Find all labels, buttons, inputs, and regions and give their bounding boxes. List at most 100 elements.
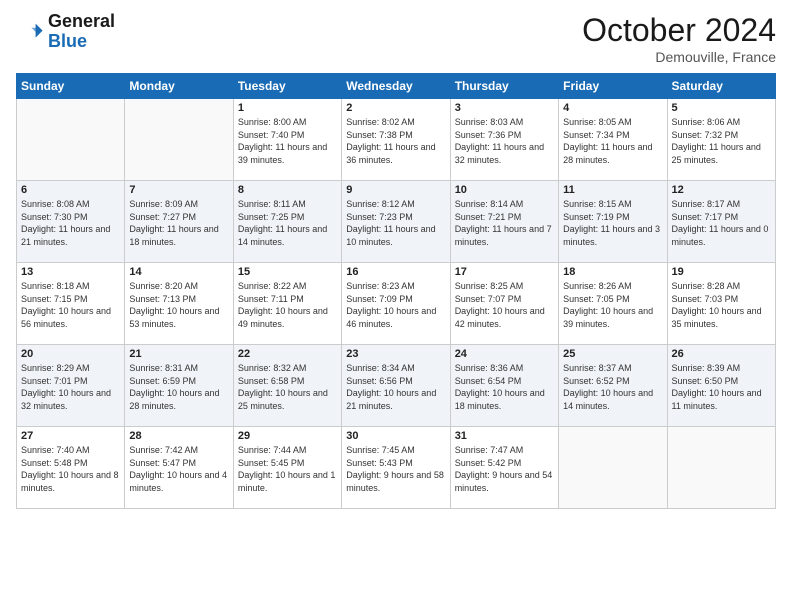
cell-2-4: 9 Sunrise: 8:12 AM Sunset: 7:23 PM Daylig… — [342, 181, 450, 263]
header-wednesday: Wednesday — [342, 74, 450, 99]
cell-2-1: 6 Sunrise: 8:08 AM Sunset: 7:30 PM Daylig… — [17, 181, 125, 263]
day-number: 14 — [129, 266, 228, 278]
cell-3-2: 14 Sunrise: 8:20 AM Sunset: 7:13 PM Dayli… — [125, 263, 233, 345]
cell-4-2: 21 Sunrise: 8:31 AM Sunset: 6:59 PM Dayli… — [125, 345, 233, 427]
cell-info: Sunrise: 8:23 AM Sunset: 7:09 PM Dayligh… — [346, 280, 445, 330]
day-number: 12 — [672, 184, 771, 196]
cell-info: Sunrise: 8:05 AM Sunset: 7:34 PM Dayligh… — [563, 116, 662, 166]
day-number: 11 — [563, 184, 662, 196]
week-row-2: 6 Sunrise: 8:08 AM Sunset: 7:30 PM Daylig… — [17, 181, 776, 263]
cell-5-7 — [667, 427, 775, 509]
cell-1-6: 4 Sunrise: 8:05 AM Sunset: 7:34 PM Daylig… — [559, 99, 667, 181]
header-monday: Monday — [125, 74, 233, 99]
day-number: 29 — [238, 430, 337, 442]
week-row-1: 1 Sunrise: 8:00 AM Sunset: 7:40 PM Daylig… — [17, 99, 776, 181]
cell-info: Sunrise: 8:32 AM Sunset: 6:58 PM Dayligh… — [238, 362, 337, 412]
cell-info: Sunrise: 8:06 AM Sunset: 7:32 PM Dayligh… — [672, 116, 771, 166]
cell-3-5: 17Sunrise: 8:25 AM Sunset: 7:07 PM Dayli… — [450, 263, 558, 345]
day-number: 25 — [563, 348, 662, 360]
day-number: 30 — [346, 430, 445, 442]
cell-info: Sunrise: 8:31 AM Sunset: 6:59 PM Dayligh… — [129, 362, 228, 412]
calendar-table: SundayMondayTuesdayWednesdayThursdayFrid… — [16, 73, 776, 509]
cell-4-5: 24 Sunrise: 8:36 AM Sunset: 6:54 PM Dayli… — [450, 345, 558, 427]
cell-info: Sunrise: 8:28 AM Sunset: 7:03 PM Dayligh… — [672, 280, 771, 330]
day-number: 5 — [672, 102, 771, 114]
day-number: 8 — [238, 184, 337, 196]
day-number: 3 — [455, 102, 554, 114]
day-number: 9 — [346, 184, 445, 196]
day-number: 28 — [129, 430, 228, 442]
day-number: 24 — [455, 348, 554, 360]
cell-info: Sunrise: 8:20 AM Sunset: 7:13 PM Dayligh… — [129, 280, 228, 330]
cell-1-3: 1 Sunrise: 8:00 AM Sunset: 7:40 PM Daylig… — [233, 99, 341, 181]
day-number: 7 — [129, 184, 228, 196]
cell-5-3: 29 Sunrise: 7:44 AM Sunset: 5:45 PM Dayli… — [233, 427, 341, 509]
title-block: October 2024 Demouville, France — [582, 12, 776, 65]
cell-info: Sunrise: 8:37 AM Sunset: 6:52 PM Dayligh… — [563, 362, 662, 412]
day-number: 21 — [129, 348, 228, 360]
cell-info: Sunrise: 7:45 AM Sunset: 5:43 PM Dayligh… — [346, 444, 445, 494]
cell-info: Sunrise: 8:11 AM Sunset: 7:25 PM Dayligh… — [238, 198, 337, 248]
cell-5-6 — [559, 427, 667, 509]
cell-3-4: 16 Sunrise: 8:23 AM Sunset: 7:09 PM Dayli… — [342, 263, 450, 345]
header-saturday: Saturday — [667, 74, 775, 99]
day-number: 4 — [563, 102, 662, 114]
cell-info: Sunrise: 7:42 AM Sunset: 5:47 PM Dayligh… — [129, 444, 228, 494]
logo-line1: General — [48, 12, 115, 32]
cell-info: Sunrise: 8:39 AM Sunset: 6:50 PM Dayligh… — [672, 362, 771, 412]
cell-4-7: 26 Sunrise: 8:39 AM Sunset: 6:50 PM Dayli… — [667, 345, 775, 427]
cell-4-6: 25 Sunrise: 8:37 AM Sunset: 6:52 PM Dayli… — [559, 345, 667, 427]
day-number: 6 — [21, 184, 120, 196]
day-number: 2 — [346, 102, 445, 114]
cell-info: Sunrise: 8:22 AM Sunset: 7:11 PM Dayligh… — [238, 280, 337, 330]
cell-info: Sunrise: 8:12 AM Sunset: 7:23 PM Dayligh… — [346, 198, 445, 248]
day-number: 18 — [563, 266, 662, 278]
cell-5-2: 28 Sunrise: 7:42 AM Sunset: 5:47 PM Dayli… — [125, 427, 233, 509]
header-friday: Friday — [559, 74, 667, 99]
page-header: General Blue October 2024 Demouville, Fr… — [16, 12, 776, 65]
cell-info: Sunrise: 8:25 AM Sunset: 7:07 PM Dayligh… — [455, 280, 554, 330]
cell-2-6: 11 Sunrise: 8:15 AM Sunset: 7:19 PM Dayli… — [559, 181, 667, 263]
cell-info: Sunrise: 7:47 AM Sunset: 5:42 PM Dayligh… — [455, 444, 554, 494]
cell-2-5: 10Sunrise: 8:14 AM Sunset: 7:21 PM Dayli… — [450, 181, 558, 263]
cell-4-4: 23 Sunrise: 8:34 AM Sunset: 6:56 PM Dayli… — [342, 345, 450, 427]
cell-4-3: 22 Sunrise: 8:32 AM Sunset: 6:58 PM Dayli… — [233, 345, 341, 427]
day-number: 15 — [238, 266, 337, 278]
cell-3-1: 13Sunrise: 8:18 AM Sunset: 7:15 PM Dayli… — [17, 263, 125, 345]
cell-info: Sunrise: 8:29 AM Sunset: 7:01 PM Dayligh… — [21, 362, 120, 412]
day-number: 26 — [672, 348, 771, 360]
cell-info: Sunrise: 8:15 AM Sunset: 7:19 PM Dayligh… — [563, 198, 662, 248]
cell-3-6: 18 Sunrise: 8:26 AM Sunset: 7:05 PM Dayli… — [559, 263, 667, 345]
cell-3-7: 19Sunrise: 8:28 AM Sunset: 7:03 PM Dayli… — [667, 263, 775, 345]
cell-info: Sunrise: 8:00 AM Sunset: 7:40 PM Dayligh… — [238, 116, 337, 166]
header-row: SundayMondayTuesdayWednesdayThursdayFrid… — [17, 74, 776, 99]
cell-info: Sunrise: 8:34 AM Sunset: 6:56 PM Dayligh… — [346, 362, 445, 412]
cell-info: Sunrise: 7:40 AM Sunset: 5:48 PM Dayligh… — [21, 444, 120, 494]
week-row-3: 13Sunrise: 8:18 AM Sunset: 7:15 PM Dayli… — [17, 263, 776, 345]
cell-info: Sunrise: 8:08 AM Sunset: 7:30 PM Dayligh… — [21, 198, 120, 248]
day-number: 23 — [346, 348, 445, 360]
cell-info: Sunrise: 7:44 AM Sunset: 5:45 PM Dayligh… — [238, 444, 337, 494]
month-title: October 2024 — [582, 12, 776, 49]
cell-info: Sunrise: 8:36 AM Sunset: 6:54 PM Dayligh… — [455, 362, 554, 412]
header-tuesday: Tuesday — [233, 74, 341, 99]
cell-2-7: 12 Sunrise: 8:17 AM Sunset: 7:17 PM Dayli… — [667, 181, 775, 263]
cell-4-1: 20Sunrise: 8:29 AM Sunset: 7:01 PM Dayli… — [17, 345, 125, 427]
day-number: 27 — [21, 430, 120, 442]
cell-5-5: 31 Sunrise: 7:47 AM Sunset: 5:42 PM Dayli… — [450, 427, 558, 509]
cell-info: Sunrise: 8:03 AM Sunset: 7:36 PM Dayligh… — [455, 116, 554, 166]
day-number: 1 — [238, 102, 337, 114]
cell-info: Sunrise: 8:17 AM Sunset: 7:17 PM Dayligh… — [672, 198, 771, 248]
day-number: 16 — [346, 266, 445, 278]
day-number: 22 — [238, 348, 337, 360]
week-row-4: 20Sunrise: 8:29 AM Sunset: 7:01 PM Dayli… — [17, 345, 776, 427]
day-number: 31 — [455, 430, 554, 442]
cell-5-4: 30 Sunrise: 7:45 AM Sunset: 5:43 PM Dayli… — [342, 427, 450, 509]
header-sunday: Sunday — [17, 74, 125, 99]
logo-icon — [16, 18, 44, 46]
cell-3-3: 15 Sunrise: 8:22 AM Sunset: 7:11 PM Dayli… — [233, 263, 341, 345]
cell-2-2: 7Sunrise: 8:09 AM Sunset: 7:27 PM Daylig… — [125, 181, 233, 263]
cell-1-7: 5 Sunrise: 8:06 AM Sunset: 7:32 PM Daylig… — [667, 99, 775, 181]
cell-info: Sunrise: 8:14 AM Sunset: 7:21 PM Dayligh… — [455, 198, 554, 248]
cell-info: Sunrise: 8:26 AM Sunset: 7:05 PM Dayligh… — [563, 280, 662, 330]
